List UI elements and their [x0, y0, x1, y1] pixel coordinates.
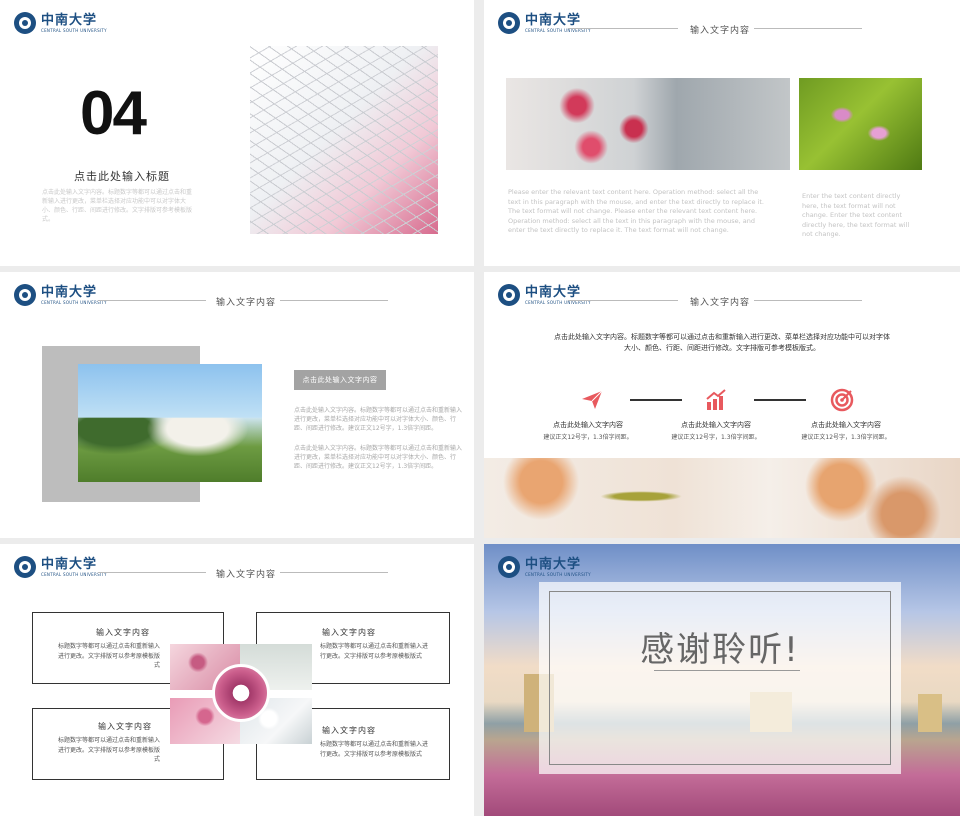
plum-blossom-photo — [506, 78, 790, 170]
university-logo: 中南大学 CENTRAL SOUTH UNIVERSITY — [14, 284, 107, 306]
header-line-right — [754, 300, 862, 301]
connector-line-2 — [754, 399, 806, 401]
feature-3-sub: 建议正文12号字，1.3倍字间距。 — [801, 434, 891, 441]
open-book-photo — [212, 664, 270, 722]
logo-name-cn: 中南大学 — [41, 556, 98, 572]
box-3-title: 输入文字内容 — [98, 722, 152, 731]
slide-3[interactable]: 中南大学 CENTRAL SOUTH UNIVERSITY 输入文字内容 点击此… — [0, 272, 474, 538]
paragraph-2: 点击此处输入文字内容。标题数字等都可以通过点击和重新输入进行更改，菜单栏选择对应… — [294, 445, 463, 470]
logo-name-en: CENTRAL SOUTH UNIVERSITY — [41, 27, 107, 33]
feature-3-title: 点击此处输入文字内容 — [811, 421, 881, 429]
logo-name-en: CENTRAL SOUTH UNIVERSITY — [41, 571, 107, 577]
section-title: 点击此处输入标题 — [74, 170, 170, 183]
bar-chart-growth-icon — [704, 388, 728, 412]
bird-blossom-banner-photo — [484, 458, 960, 538]
feature-1-sub: 建议正文12号字，1.3倍字间距。 — [543, 434, 633, 441]
university-emblem-icon — [498, 284, 520, 306]
university-logo: 中南大学 CENTRAL SOUTH UNIVERSITY — [498, 284, 591, 306]
logo-name-en: CENTRAL SOUTH UNIVERSITY — [525, 571, 591, 577]
logo-name-cn: 中南大学 — [41, 284, 98, 300]
slide-5[interactable]: 中南大学 CENTRAL SOUTH UNIVERSITY 输入文字内容 输入文… — [0, 544, 474, 816]
slide-header-title: 输入文字内容 — [216, 570, 277, 580]
box-3-body: 标题数字等都可以通过点击和重新输入进行更改。文字排版可以参考原模板版式 — [57, 737, 160, 763]
header-line-left — [98, 572, 206, 573]
header-line-left — [568, 28, 678, 29]
campus-building-right — [918, 694, 942, 732]
slide-header-title: 输入文字内容 — [690, 298, 751, 308]
text-block-left: Please enter the relevant text content h… — [508, 188, 764, 234]
logo-name-cn: 中南大学 — [525, 556, 582, 572]
feature-2-sub: 建议正文12号字，1.3倍字间距。 — [671, 434, 761, 441]
inner-frame-border — [549, 591, 891, 765]
header-line-left — [568, 300, 678, 301]
logo-name-cn: 中南大学 — [525, 284, 582, 300]
text-block-right: Enter the text content directly here, th… — [802, 192, 910, 238]
section-body: 点击此处输入文字内容。标题数字等都可以通过点击和重新输入进行更改，菜单栏选择对应… — [42, 189, 193, 223]
logo-name-en: CENTRAL SOUTH UNIVERSITY — [41, 299, 107, 305]
header-line-left — [98, 300, 206, 301]
header-line-right — [754, 28, 862, 29]
title-tag-button[interactable]: 点击此处输入文字内容 — [294, 370, 386, 390]
paper-plane-icon — [580, 388, 604, 412]
header-line-right — [280, 572, 388, 573]
box-1-title: 输入文字内容 — [96, 628, 150, 637]
feature-1-title: 点击此处输入文字内容 — [553, 421, 623, 429]
logo-name-en: CENTRAL SOUTH UNIVERSITY — [525, 299, 591, 305]
thanks-underline — [654, 670, 800, 671]
logo-name-cn: 中南大学 — [525, 12, 582, 28]
slide-6[interactable]: 中南大学 CENTRAL SOUTH UNIVERSITY 感谢聆听! — [484, 544, 960, 816]
intro-line-1: 点击此处输入文字内容。标题数字等都可以通过点击和重新输入进行更改、菜单栏选择对应… — [554, 333, 890, 341]
paragraph-1: 点击此处输入文字内容。标题数字等都可以通过点击和重新输入进行更改，菜单栏选择对应… — [294, 407, 463, 432]
university-logo: 中南大学 CENTRAL SOUTH UNIVERSITY — [498, 12, 591, 34]
university-emblem-icon — [498, 12, 520, 34]
university-logo: 中南大学 CENTRAL SOUTH UNIVERSITY — [498, 556, 591, 578]
thanks-text: 感谢聆听! — [640, 630, 800, 670]
slide-1[interactable]: 中南大学 CENTRAL SOUTH UNIVERSITY 04 点击此处输入标… — [0, 0, 474, 266]
section-number: 04 — [80, 79, 147, 148]
garden-tree-photo — [78, 364, 262, 482]
university-emblem-icon — [14, 284, 36, 306]
university-emblem-icon — [14, 556, 36, 578]
box-4-body: 标题数字等都可以通过点击和重新输入进行更改。文字排版可以参考原模板版式 — [320, 741, 429, 758]
box-4-title: 输入文字内容 — [322, 726, 376, 735]
university-logo: 中南大学 CENTRAL SOUTH UNIVERSITY — [14, 556, 107, 578]
university-logo: 中南大学 CENTRAL SOUTH UNIVERSITY — [14, 12, 107, 34]
box-2-body: 标题数字等都可以通过点击和重新输入进行更改。文字排版可以参考原模板版式 — [320, 643, 429, 660]
slide-grid: 中南大学 CENTRAL SOUTH UNIVERSITY 04 点击此处输入标… — [0, 0, 960, 816]
slide-header-title: 输入文字内容 — [216, 298, 277, 308]
logo-name-en: CENTRAL SOUTH UNIVERSITY — [525, 27, 591, 33]
feature-2-title: 点击此处输入文字内容 — [681, 421, 751, 429]
university-emblem-icon — [498, 556, 520, 578]
box-1-body: 标题数字等都可以通过点击和重新输入进行更改。文字排版可以参考原模板版式 — [57, 643, 160, 669]
intro-line-2: 大小、颜色、行距、间距进行修改。文字排版可参考模板版式。 — [624, 344, 820, 352]
slide-4[interactable]: 中南大学 CENTRAL SOUTH UNIVERSITY 输入文字内容 点击此… — [484, 272, 960, 538]
slide-2[interactable]: 中南大学 CENTRAL SOUTH UNIVERSITY 输入文字内容 Ple… — [484, 0, 960, 266]
target-icon — [830, 388, 854, 412]
university-emblem-icon — [14, 12, 36, 34]
connector-line-1 — [630, 399, 682, 401]
logo-name-cn: 中南大学 — [41, 12, 98, 28]
slide-header-title: 输入文字内容 — [690, 26, 751, 36]
stadium-blossom-photo — [250, 46, 438, 234]
header-line-right — [280, 300, 388, 301]
leaf-blossom-photo — [799, 78, 922, 170]
box-2-title: 输入文字内容 — [322, 628, 376, 637]
